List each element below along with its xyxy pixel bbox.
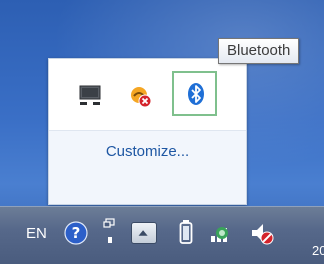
network-error-icon[interactable]: [128, 83, 154, 109]
flyout-footer: [49, 131, 246, 204]
display-icon[interactable]: [77, 83, 103, 109]
chevron-up-icon: [138, 230, 148, 236]
network-icon[interactable]: [208, 220, 234, 244]
help-icon[interactable]: ?: [64, 221, 88, 245]
bluetooth-icon[interactable]: [183, 81, 209, 107]
svg-text:?: ?: [72, 224, 81, 242]
show-hidden-icons-button[interactable]: [131, 222, 157, 244]
battery-icon[interactable]: [179, 219, 193, 245]
volume-muted-icon[interactable]: [249, 220, 275, 246]
taskbar: EN ? 20: [0, 206, 324, 264]
flyout-icon-area: [49, 59, 246, 131]
customize-link[interactable]: Customize...: [49, 143, 246, 160]
clock[interactable]: 20: [312, 243, 324, 258]
notification-overflow-flyout: Customize...: [48, 58, 247, 205]
language-indicator[interactable]: EN: [26, 225, 47, 242]
action-center-icon[interactable]: [103, 217, 117, 245]
bluetooth-tooltip: Bluetooth: [218, 38, 300, 64]
bluetooth-highlight[interactable]: [172, 71, 217, 116]
